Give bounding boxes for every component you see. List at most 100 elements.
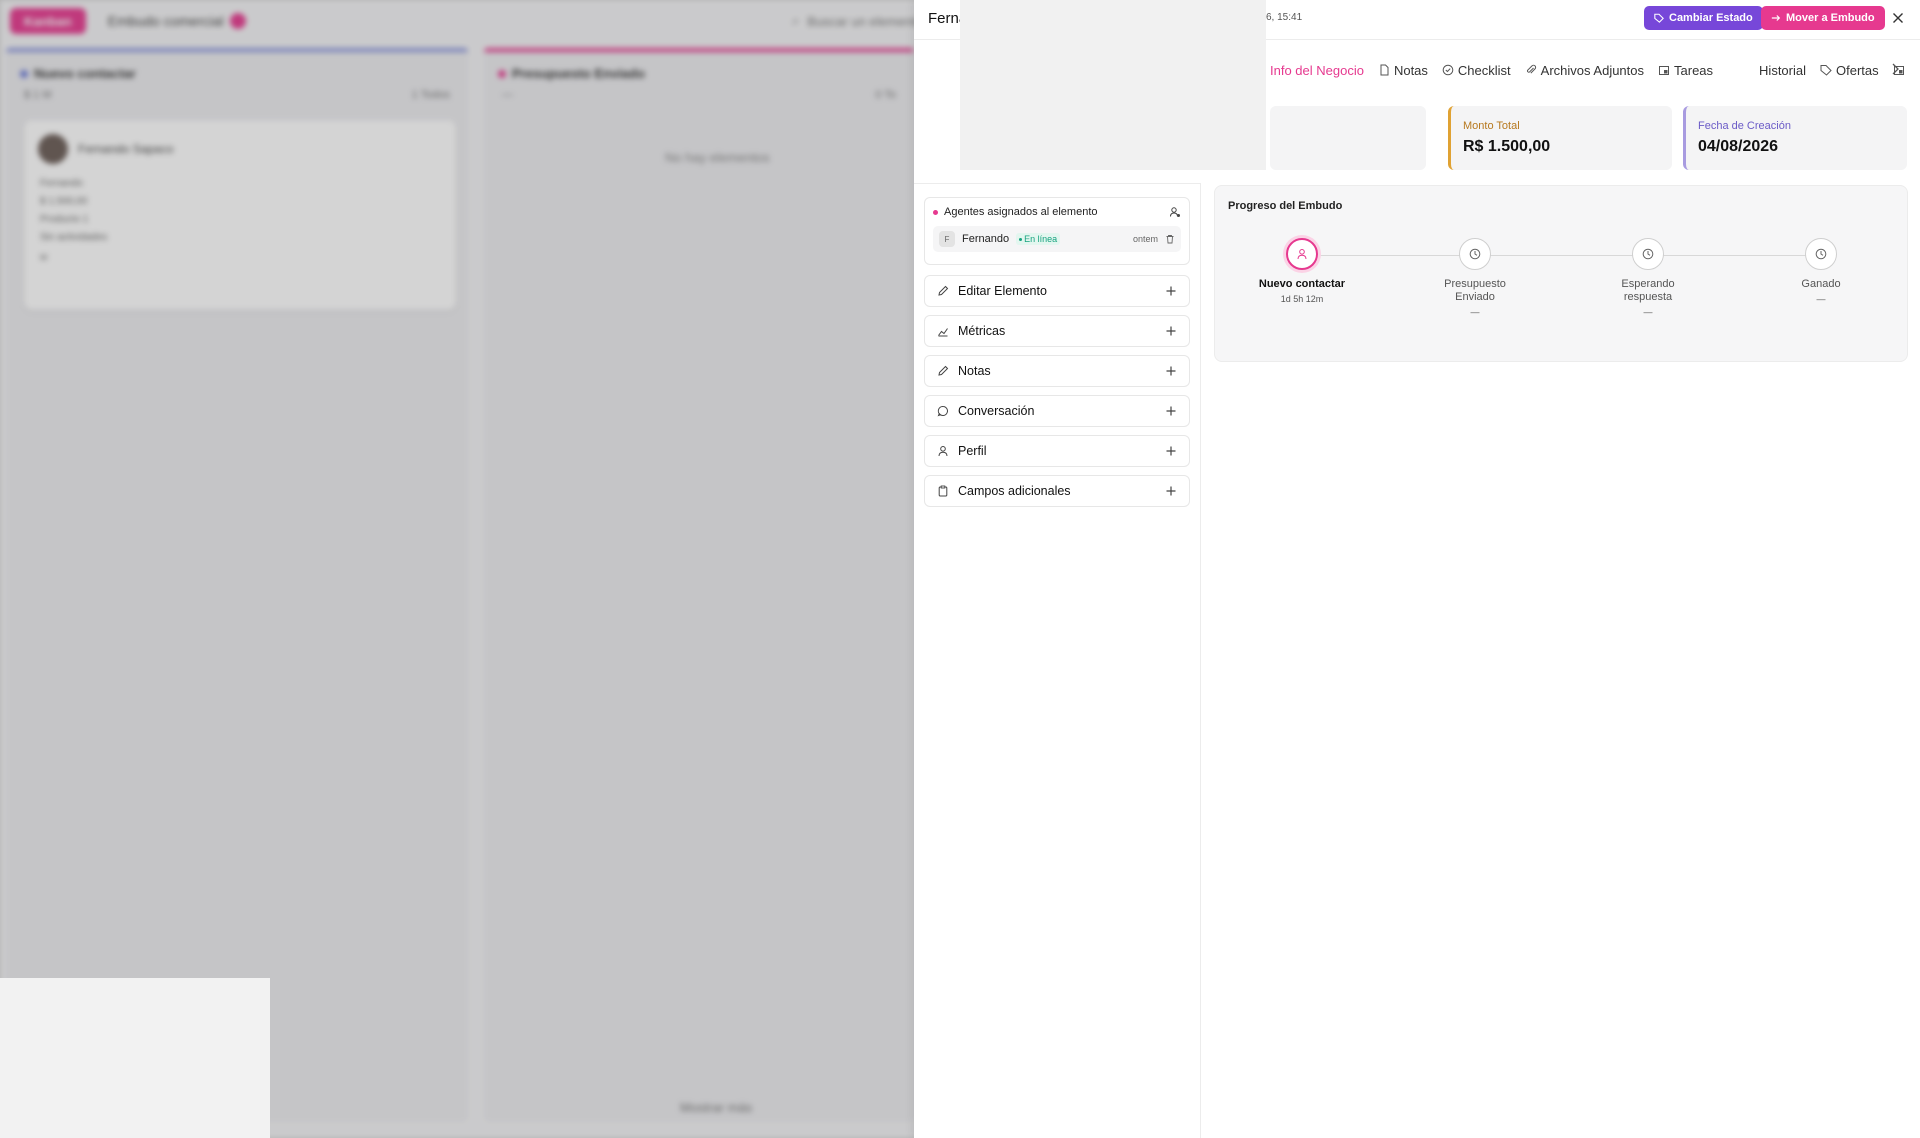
tabs-scroll-right[interactable] [1890, 62, 1906, 78]
clipboard-icon [938, 485, 948, 497]
agent-row: F Fernando En línea ontem [933, 226, 1181, 252]
bullet-dot [933, 209, 938, 215]
pencil-icon [938, 365, 949, 376]
detail-tabs: Info del Negocio Notas Checklist Archivo… [1270, 58, 1919, 82]
accordion-label: Notas [958, 364, 991, 378]
agent-time: ontem [1132, 234, 1158, 244]
accordion-editar-elemento[interactable]: Editar Elemento [924, 275, 1190, 307]
progress-track [1303, 255, 1823, 256]
stage-time: — [1816, 294, 1826, 304]
deal-detail-panel: Ferna 6, 15:41 Cambiar Estado Mover a Em… [914, 0, 1920, 1138]
tab-historial[interactable]: Historial [1759, 63, 1806, 78]
stage-circle [1632, 238, 1664, 270]
fecha-value: 04/08/2026 [1698, 138, 1779, 155]
blank-region [960, 0, 1266, 170]
tab-label: Ofertas [1836, 62, 1879, 78]
user-icon [938, 446, 948, 457]
agents-title: Agentes asignados al elemento [944, 206, 1098, 218]
stage-name: Esperando respuesta [1621, 278, 1675, 303]
stage-circle [1459, 238, 1491, 270]
accordion-conversacion[interactable]: Conversación [924, 395, 1190, 427]
tab-label: Tareas [1674, 62, 1714, 78]
file-icon [1380, 64, 1389, 76]
online-dot [1019, 237, 1023, 241]
tag-icon [1654, 13, 1664, 23]
blank-region [0, 978, 270, 1138]
tab-notas[interactable]: Notas [1378, 63, 1428, 78]
clock-icon [1642, 248, 1654, 260]
stage-time: — [1643, 307, 1653, 317]
tab-label: Notas [1393, 62, 1428, 78]
accordion-metricas[interactable]: Métricas [924, 315, 1190, 347]
assign-user-icon[interactable] [1169, 206, 1181, 218]
chat-icon [937, 405, 948, 417]
pencil-icon [938, 285, 949, 296]
progress-title: Progreso del Embudo [1228, 200, 1343, 212]
plus-icon [1166, 446, 1176, 456]
agents-header: Agentes asignados al elemento [933, 206, 1181, 218]
stage-presupuesto-enviado: Presupuesto Enviado — [1415, 238, 1535, 317]
stage-esperando-respuesta: Esperando respuesta — [1588, 238, 1708, 317]
panel-timestamp: 6, 15:41 [1266, 12, 1303, 23]
stage-time: — [1470, 307, 1480, 317]
plus-icon [1166, 486, 1176, 496]
clock-icon [1469, 248, 1481, 260]
plus-icon [1166, 366, 1176, 376]
tab-label: Checklist [1457, 62, 1511, 78]
fecha-label: Fecha de Creación [1698, 120, 1791, 132]
stage-circle [1805, 238, 1837, 270]
stage-nuevo-contactar: Nuevo contactar 1d 5h 12m [1242, 238, 1362, 304]
accordion-label: Campos adicionales [958, 484, 1071, 498]
arrow-right-icon [1771, 15, 1781, 21]
close-button[interactable] [1888, 8, 1908, 28]
tab-ofertas[interactable]: Ofertas [1820, 63, 1879, 78]
agent-status-badge: En línea [1016, 233, 1061, 245]
agent-status-text: En línea [1024, 234, 1058, 244]
cambiar-estado-button[interactable]: Cambiar Estado [1644, 6, 1763, 30]
tab-archivos[interactable]: Archivos Adjuntos [1525, 63, 1644, 78]
accordion-label: Editar Elemento [958, 284, 1047, 298]
stage-time: 1d 5h 12m [1280, 294, 1324, 304]
plus-icon [1166, 406, 1176, 416]
divider [1200, 183, 1201, 1138]
tab-info-negocio[interactable]: Info del Negocio [1270, 63, 1364, 78]
chevron-right-icon [1892, 63, 1899, 75]
tab-label: Info del Negocio [1270, 62, 1364, 78]
accordion-perfil[interactable]: Perfil [924, 435, 1190, 467]
accordion-campos-adicionales[interactable]: Campos adicionales [924, 475, 1190, 507]
close-icon [1893, 13, 1903, 23]
stat-card-hidden [1270, 106, 1426, 170]
tab-label: Historial [1759, 62, 1807, 78]
divider [914, 183, 1200, 184]
funnel-progress-box: Progreso del Embudo Nuevo contactar 1d 5… [1214, 185, 1908, 362]
stage-name: Ganado [1801, 278, 1841, 290]
accordion-label: Perfil [958, 444, 987, 458]
calendar-task-icon [1659, 66, 1670, 75]
monto-label: Monto Total [1463, 120, 1520, 132]
clock-icon [1815, 248, 1827, 260]
plus-icon [1166, 286, 1176, 296]
stage-circle [1286, 238, 1318, 270]
mover-embudo-label: Mover a Embudo [1786, 12, 1875, 24]
tab-label: Archivos Adjuntos [1540, 62, 1645, 78]
agent-name: Fernando [962, 233, 1010, 245]
assigned-agents-box: Agentes asignados al elemento F Fernando… [924, 197, 1190, 265]
monto-value: R$ 1.500,00 [1463, 138, 1551, 155]
accordion-label: Métricas [958, 324, 1006, 338]
mover-embudo-button[interactable]: Mover a Embudo [1761, 6, 1885, 30]
tag-icon [1820, 65, 1832, 76]
stage-name: Presupuesto Enviado [1444, 278, 1506, 303]
stage-name: Nuevo contactar [1258, 278, 1346, 290]
accordion-notas[interactable]: Notas [924, 355, 1190, 387]
stage-ganado: Ganado — [1761, 238, 1881, 304]
user-icon [1297, 249, 1307, 260]
tab-tareas[interactable]: Tareas [1658, 63, 1713, 78]
tab-checklist[interactable]: Checklist [1442, 63, 1511, 78]
paperclip-icon [1526, 64, 1536, 74]
accordion-label: Conversación [958, 404, 1035, 418]
stat-card-fecha: Fecha de Creación 04/08/2026 [1683, 106, 1907, 170]
agent-initial: F [939, 231, 955, 247]
stat-card-monto: Monto Total R$ 1.500,00 [1448, 106, 1672, 170]
trash-icon[interactable] [1165, 234, 1175, 244]
check-circle-icon [1442, 64, 1454, 76]
